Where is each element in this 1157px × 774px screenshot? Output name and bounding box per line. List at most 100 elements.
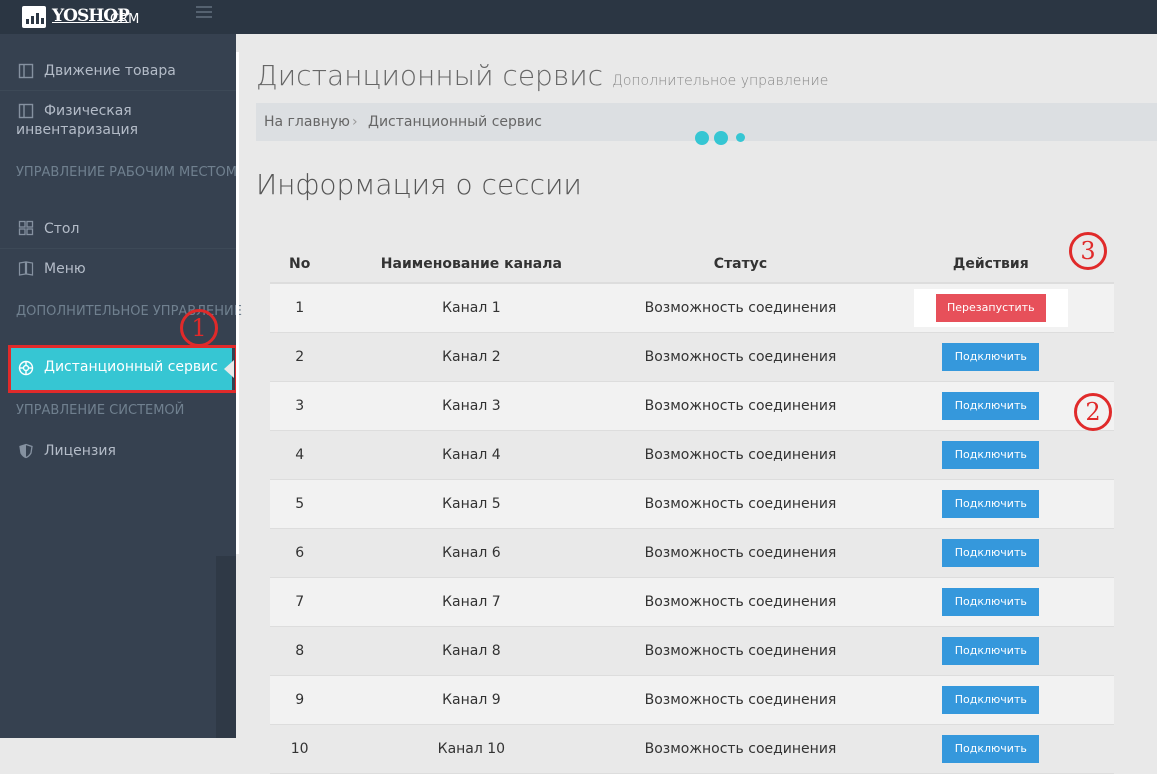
- cell-channel: Канал 7: [329, 577, 614, 627]
- cell-channel: Канал 9: [329, 675, 614, 725]
- cell-channel: Канал 4: [329, 430, 614, 480]
- cell-no: 3: [270, 381, 330, 431]
- cell-no: 5: [270, 479, 330, 529]
- logo-suffix: CRM: [110, 12, 140, 27]
- sidebar-item-menu[interactable]: Меню: [0, 258, 236, 286]
- table-row: 1 Канал 1 Возможность соединения Перезапуст…: [270, 283, 1114, 333]
- sidebar-section-system: УПРАВЛЕНИЕ СИСТЕМОЙ: [16, 403, 185, 418]
- page-subtitle: Дополнительное управление: [611, 73, 829, 89]
- cell-actions: Подключить: [867, 577, 1114, 627]
- table-row: 10 Канал 10 Возможность соединения Подключи…: [270, 724, 1114, 774]
- connect-button[interactable]: Подключить: [942, 735, 1040, 763]
- cell-channel: Канал 10: [329, 724, 614, 774]
- table-row: 3 Канал 3 Возможность соединения Подключить: [270, 381, 1114, 431]
- connect-button[interactable]: Подключить: [942, 343, 1040, 371]
- cell-actions: Перезапустить: [867, 283, 1114, 333]
- cell-status: Возможность соединения: [613, 332, 868, 382]
- cell-actions: Подключить: [867, 528, 1114, 578]
- sidebar-item-label: Движение товара: [44, 63, 176, 79]
- shield-icon: [19, 443, 33, 459]
- cell-actions: Подключить: [867, 724, 1114, 774]
- action-highlight: Перезапустить: [913, 289, 1068, 327]
- cell-channel: Канал 1: [329, 283, 614, 333]
- main-content: Дистанционный сервис Дополнительное упра…: [239, 34, 1157, 774]
- logo-chart-icon: [22, 6, 46, 28]
- cell-no: 7: [270, 577, 330, 627]
- page-title: Дистанционный сервис Дополнительное упра…: [256, 59, 828, 92]
- cell-actions: Подключить: [867, 430, 1114, 480]
- breadcrumb-current: Дистанционный сервис: [368, 114, 542, 130]
- cell-status: Возможность соединения: [613, 479, 868, 529]
- cell-no: 1: [270, 283, 330, 333]
- restart-button[interactable]: Перезапустить: [935, 294, 1046, 322]
- sidebar-section-workplace: УПРАВЛЕНИЕ РАБОЧИМ МЕСТОМ: [16, 165, 237, 180]
- cell-status: Возможность соединения: [613, 626, 868, 676]
- sidebar-item-label: Меню: [44, 261, 86, 277]
- sidebar-item-label: Физическая инвентаризация: [16, 103, 139, 138]
- sidebar-item-goods-movement[interactable]: Движение товара: [0, 60, 236, 88]
- table-row: 8 Канал 8 Возможность соединения Подключить: [270, 626, 1114, 676]
- cell-status: Возможность соединения: [613, 381, 868, 431]
- cell-status: Возможность соединения: [613, 430, 868, 480]
- cell-channel: Канал 8: [329, 626, 614, 676]
- table-header-row: No Наименование канала Статус Действия: [270, 246, 1114, 284]
- cell-no: 4: [270, 430, 330, 480]
- grid-icon: [18, 63, 34, 79]
- breadcrumb-home-link[interactable]: На главную: [264, 114, 350, 130]
- cell-channel: Канал 5: [329, 479, 614, 529]
- sidebar-item-table[interactable]: Стол: [0, 218, 236, 246]
- sidebar-item-label: Лицензия: [44, 443, 116, 459]
- connect-button[interactable]: Подключить: [942, 441, 1040, 469]
- cell-channel: Канал 3: [329, 381, 614, 431]
- cell-no: 8: [270, 626, 330, 676]
- cell-status: Возможность соединения: [613, 283, 868, 333]
- connect-button[interactable]: Подключить: [942, 490, 1040, 518]
- annotation-badge-2: 2: [1074, 393, 1112, 431]
- column-header: Статус: [613, 246, 868, 284]
- cell-status: Возможность соединения: [613, 577, 868, 627]
- connect-button[interactable]: Подключить: [942, 637, 1040, 665]
- cell-channel: Канал 2: [329, 332, 614, 382]
- annotation-highlight-box: [8, 345, 238, 393]
- sidebar-item-label: Стол: [44, 221, 80, 237]
- cell-channel: Канал 6: [329, 528, 614, 578]
- table-row: 7 Канал 7 Возможность соединения Подключить: [270, 577, 1114, 627]
- cell-no: 2: [270, 332, 330, 382]
- session-table: No Наименование канала Статус Действия 1…: [270, 246, 1114, 774]
- table-row: 5 Канал 5 Возможность соединения Подключить: [270, 479, 1114, 529]
- table-row: 2 Канал 2 Возможность соединения Подключить: [270, 332, 1114, 382]
- column-header: Наименование канала: [329, 246, 614, 284]
- cell-status: Возможность соединения: [613, 724, 868, 774]
- annotation-badge-1: 1: [180, 309, 218, 347]
- connect-button[interactable]: Подключить: [942, 392, 1040, 420]
- cell-actions: Подключить: [867, 626, 1114, 676]
- divider: [0, 90, 236, 91]
- book-icon: [18, 261, 34, 276]
- sidebar-item-license[interactable]: Лицензия: [0, 441, 236, 467]
- connect-button[interactable]: Подключить: [942, 539, 1040, 567]
- column-header: No: [270, 246, 330, 284]
- cell-actions: Подключить: [867, 479, 1114, 529]
- table-icon: [18, 220, 34, 236]
- connect-button[interactable]: Подключить: [942, 686, 1040, 714]
- table-row: 9 Канал 9 Возможность соединения Подключить: [270, 675, 1114, 725]
- page-title-text: Дистанционный сервис: [256, 59, 604, 92]
- table-row: 4 Канал 4 Возможность соединения Подключить: [270, 430, 1114, 480]
- top-bar: YOSHOP CRM: [0, 0, 1157, 34]
- cell-actions: Подключить: [867, 332, 1114, 382]
- table-row: 6 Канал 6 Возможность соединения Подключить: [270, 528, 1114, 578]
- annotation-badge-3: 3: [1069, 232, 1107, 270]
- menu-toggle-icon[interactable]: [196, 6, 212, 18]
- breadcrumb-separator-icon: ›: [352, 114, 358, 130]
- cell-status: Возможность соединения: [613, 528, 868, 578]
- connect-button[interactable]: Подключить: [942, 588, 1040, 616]
- logo[interactable]: YOSHOP CRM: [0, 0, 236, 34]
- cell-status: Возможность соединения: [613, 675, 868, 725]
- divider: [0, 248, 236, 249]
- cell-no: 9: [270, 675, 330, 725]
- cell-no: 6: [270, 528, 330, 578]
- sidebar-item-inventory[interactable]: Физическая инвентаризация: [0, 100, 236, 144]
- section-title: Информация о сессии: [256, 168, 582, 201]
- cell-actions: Подключить: [867, 675, 1114, 725]
- sidebar-strip: [216, 556, 236, 738]
